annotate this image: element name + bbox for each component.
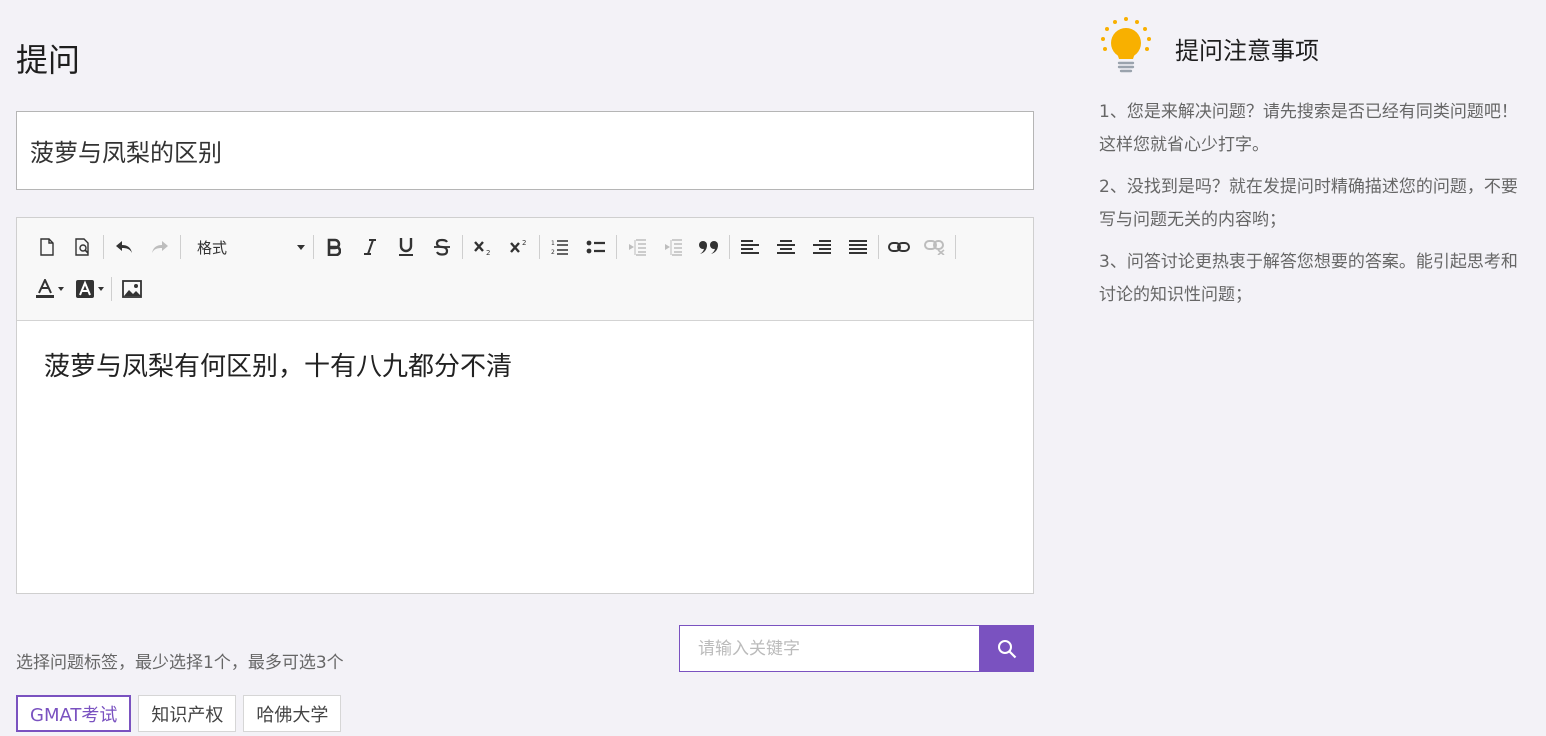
svg-text:2: 2 [486,249,490,256]
background-color-button[interactable] [69,274,109,304]
tag-selection-hint: 选择问题标签，最少选择1个，最多可选3个 [16,653,344,673]
blockquote-icon [699,241,718,254]
toolbar-row-1: 格式 2 2 1 2 [29,226,1025,268]
tips-list: 1、您是来解决问题？请先搜索是否已经有同类问题吧！这样您就省心少打字。 2、没找… [1099,96,1534,321]
rich-text-editor: 格式 2 2 1 2 菠萝与凤梨有何区别，十有八九都分不清 [16,217,1034,594]
numbered-list-button[interactable]: 12 [542,232,578,262]
strikethrough-icon [434,238,450,256]
align-right-icon [813,240,831,254]
toolbar-separator [180,235,181,259]
strikethrough-button[interactable] [424,232,460,262]
bold-icon [327,238,341,256]
tips-title: 提问注意事项 [1175,36,1319,65]
page-title: 提问 [16,41,81,79]
tag-harvard[interactable]: 哈佛大学 [243,695,342,732]
tag-gmat[interactable]: GMAT考试 [16,695,132,732]
tip-item: 1、您是来解决问题？请先搜索是否已经有同类问题吧！这样您就省心少打字。 [1099,102,1518,155]
align-left-icon [741,240,759,254]
align-center-button[interactable] [768,232,804,262]
question-title-input[interactable] [16,111,1034,190]
toolbar-row-2 [29,268,1025,310]
redo-button[interactable] [142,232,178,262]
outdent-icon [629,239,646,256]
link-icon [888,242,910,252]
superscript-icon: 2 [510,239,526,253]
image-icon [122,280,142,298]
chevron-down-icon [297,244,305,250]
redo-icon [152,241,168,253]
toolbar-separator [955,235,956,259]
align-justify-button[interactable] [840,232,876,262]
underline-icon [399,238,413,256]
tag-list: GMAT考试 知识产权 哈佛大学 [16,695,342,732]
chevron-down-icon [57,287,64,291]
bulleted-list-icon [586,240,605,254]
toolbar-separator [539,235,540,259]
undo-button[interactable] [106,232,142,262]
search-icon [997,639,1016,658]
indent-button[interactable] [655,232,691,262]
subscript-icon: 2 [474,241,490,256]
align-center-icon [777,240,795,254]
indent-icon [665,239,682,256]
toolbar-separator [729,235,730,259]
toolbar-separator [462,235,463,259]
text-color-button[interactable] [29,274,69,304]
toolbar-separator [103,235,104,259]
superscript-button[interactable]: 2 [501,232,537,262]
link-button[interactable] [881,232,917,262]
italic-icon [364,239,376,255]
svg-text:1: 1 [551,240,555,247]
unlink-icon [924,240,945,255]
numbered-list-icon: 12 [551,240,568,256]
preview-button[interactable] [65,232,101,262]
insert-image-button[interactable] [114,274,150,304]
chevron-down-icon [97,287,104,291]
bulleted-list-button[interactable] [578,232,614,262]
align-right-button[interactable] [804,232,840,262]
format-dropdown-label: 格式 [197,238,228,257]
align-justify-icon [849,240,867,254]
new-page-icon [40,238,54,256]
text-color-icon [35,279,54,298]
svg-text:2: 2 [522,239,526,247]
italic-button[interactable] [352,232,388,262]
toolbar-separator [111,277,112,301]
bold-button[interactable] [316,232,352,262]
preview-icon [75,238,89,256]
background-color-icon [75,280,94,298]
tip-item: 2、没找到是吗？就在发提问时精确描述您的问题，不要写与问题无关的内容哟； [1099,177,1518,230]
align-left-button[interactable] [732,232,768,262]
blockquote-button[interactable] [691,232,727,262]
format-dropdown[interactable]: 格式 [183,232,311,262]
editor-content[interactable]: 菠萝与凤梨有何区别，十有八九都分不清 [17,321,1033,413]
tag-search-input[interactable] [679,625,980,672]
underline-button[interactable] [388,232,424,262]
tips-header: 提问注意事项 [1099,16,1319,76]
new-page-button[interactable] [29,232,65,262]
toolbar-separator [616,235,617,259]
subscript-button[interactable]: 2 [465,232,501,262]
tag-intellectual-property[interactable]: 知识产权 [138,695,237,732]
tip-item: 3、问答讨论更热衷于解答您想要的答案。能引起思考和讨论的知识性问题； [1099,252,1518,305]
undo-icon [116,241,132,253]
editor-toolbar: 格式 2 2 1 2 [17,218,1033,321]
outdent-button[interactable] [619,232,655,262]
unlink-button[interactable] [917,232,953,262]
toolbar-separator [313,235,314,259]
lightbulb-icon [1101,17,1151,73]
svg-text:2: 2 [551,249,555,256]
toolbar-separator [878,235,879,259]
tag-search-button[interactable] [979,625,1034,672]
